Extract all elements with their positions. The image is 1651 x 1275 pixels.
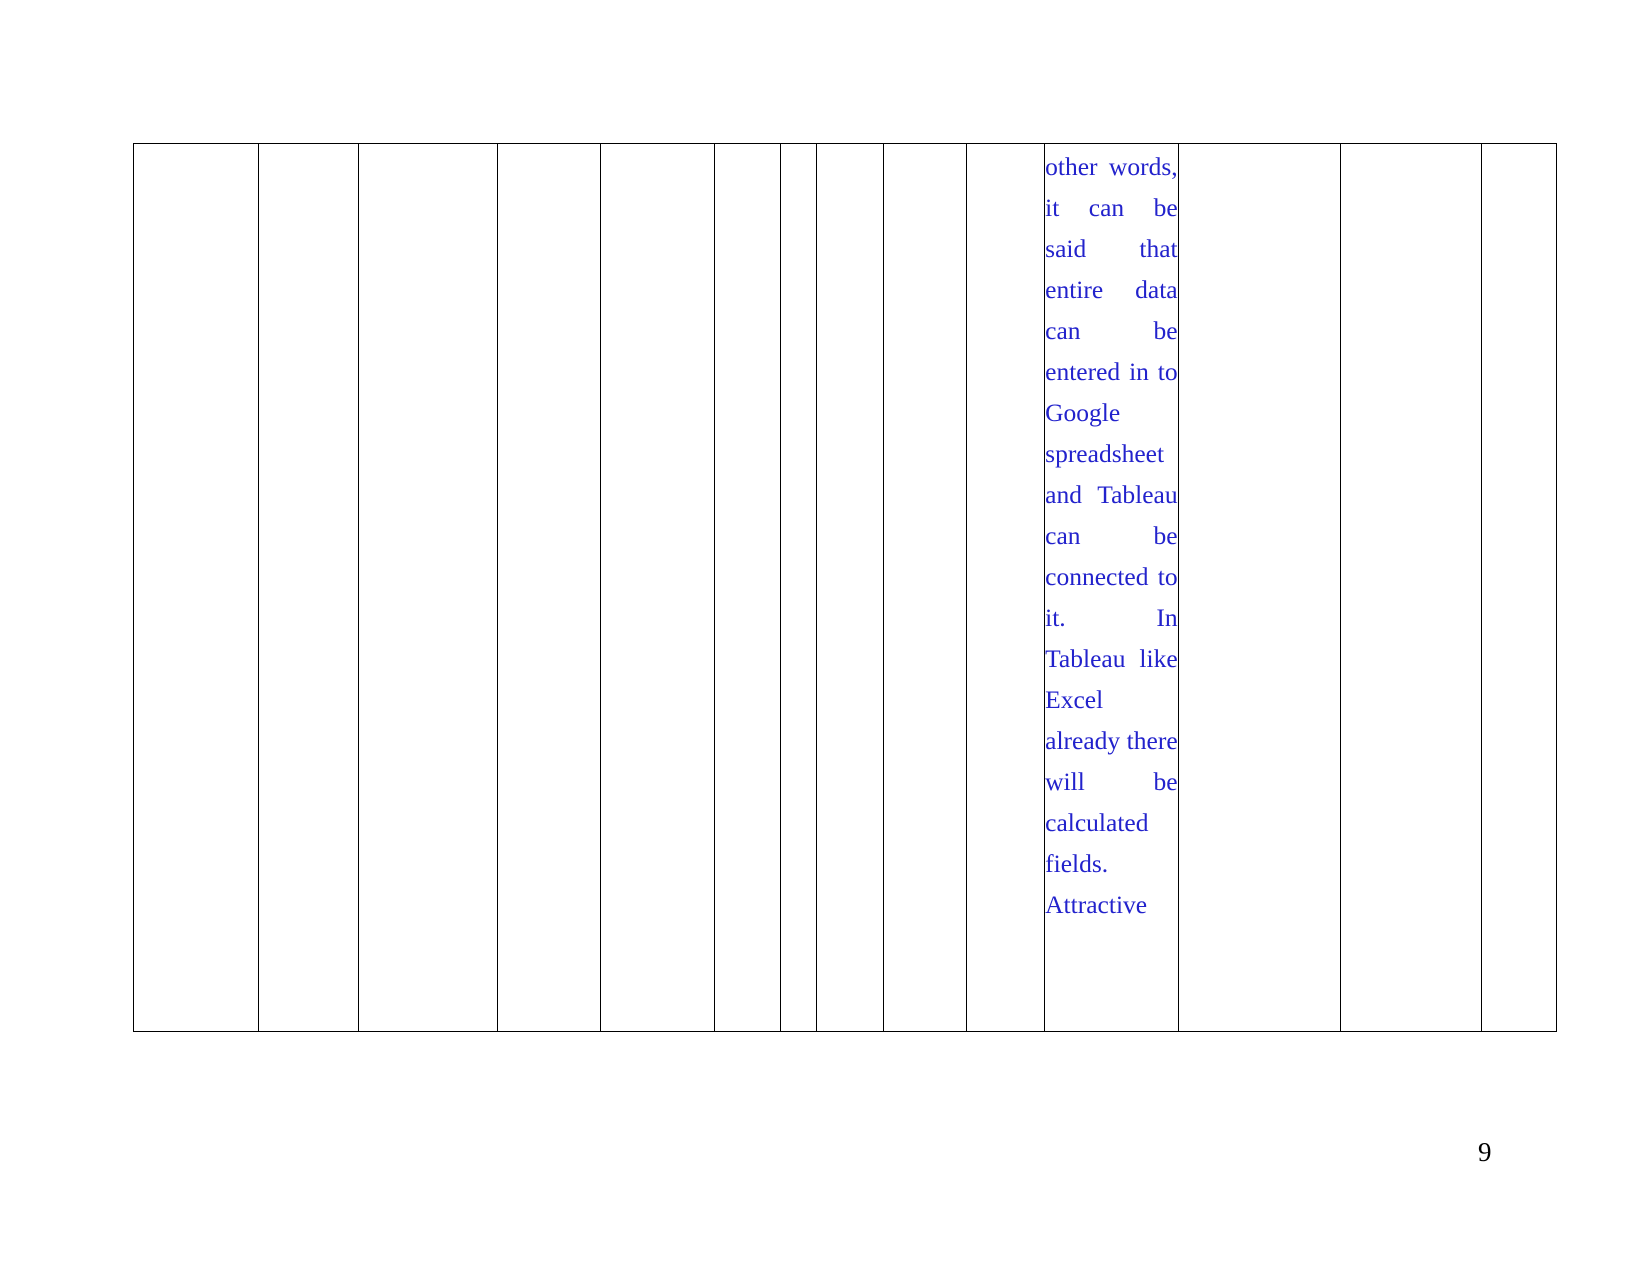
table-cell-10 bbox=[966, 143, 1046, 1032]
table-cell-13 bbox=[1340, 143, 1483, 1032]
table-row: other words, it can be said that entire … bbox=[133, 143, 1557, 1032]
table-cell-5 bbox=[600, 143, 715, 1032]
document-page: other words, it can be said that entire … bbox=[0, 0, 1651, 1275]
table-cell-description: other words, it can be said that entire … bbox=[1044, 143, 1179, 1032]
table-cell-3 bbox=[357, 143, 498, 1032]
table-cell-12 bbox=[1177, 143, 1342, 1032]
table-cell-9 bbox=[882, 143, 968, 1032]
table-cell-7 bbox=[780, 143, 818, 1032]
table-cell-8 bbox=[816, 143, 884, 1032]
table-cell-2 bbox=[257, 143, 359, 1032]
continued-data-table: other words, it can be said that entire … bbox=[133, 143, 1557, 1032]
page-number: 9 bbox=[1478, 1137, 1492, 1167]
table-cell-14 bbox=[1481, 143, 1557, 1032]
table-cell-6 bbox=[713, 143, 782, 1032]
cell-paragraph-description: other words, it can be said that entire … bbox=[1045, 152, 1178, 919]
table-cell-1 bbox=[133, 143, 259, 1032]
table-cell-4 bbox=[496, 143, 602, 1032]
